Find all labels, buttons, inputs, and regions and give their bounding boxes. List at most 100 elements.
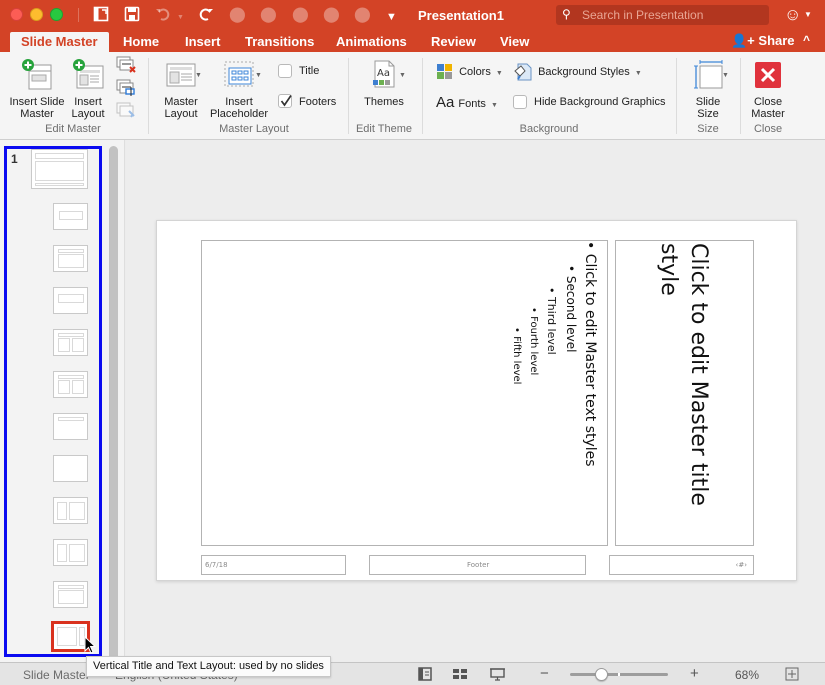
rename-layout-button[interactable] <box>116 79 136 102</box>
redo-icon[interactable] <box>198 6 214 27</box>
layout-thumbnail[interactable] <box>53 287 88 314</box>
thumbnail-scrollbar[interactable] <box>109 146 118 662</box>
share-button[interactable]: 👤+ Share <box>731 32 795 50</box>
slide-master-thumbnail[interactable] <box>31 149 88 189</box>
tab-home[interactable]: Home <box>112 32 170 52</box>
sidebar-toggle-icon[interactable] <box>93 6 109 27</box>
insert-placeholder-label-1: Insert <box>225 96 253 108</box>
layout-thumbnail[interactable] <box>53 581 88 608</box>
tab-review[interactable]: Review <box>420 32 487 52</box>
tab-transitions[interactable]: Transitions <box>234 32 325 52</box>
undo-icon[interactable] <box>155 6 171 27</box>
collapse-ribbon-icon[interactable]: ^ <box>803 33 810 47</box>
layout-thumbnail[interactable] <box>53 497 88 524</box>
zoom-slider-handle[interactable] <box>595 668 609 681</box>
quick-action-icon[interactable]: ⬤ <box>323 6 340 24</box>
fonts-icon: Aa <box>436 94 455 111</box>
insert-placeholder-label-2: Placeholder <box>209 108 269 120</box>
insert-slide-master-icon <box>22 59 52 90</box>
master-layout-icon <box>166 63 196 87</box>
start-from-beginning-icon[interactable]: ⬤ <box>229 6 246 24</box>
group-divider <box>676 58 677 134</box>
feedback-dropdown-caret[interactable]: ▼ <box>804 10 812 19</box>
zoom-percentage[interactable]: 68% <box>735 668 759 682</box>
slide-canvas: • Click to edit Master text styles • Sec… <box>126 140 825 662</box>
insert-placeholder-dropdown-caret[interactable]: ▼ <box>255 72 262 79</box>
title-checkbox[interactable] <box>278 64 292 78</box>
thumb-body-placeholder <box>58 590 84 604</box>
thumb-body-placeholder <box>69 544 85 562</box>
zoom-out-button[interactable]: − <box>540 665 549 682</box>
background-styles-dropdown-caret: ▼ <box>634 69 642 77</box>
share-label: Share <box>758 33 795 48</box>
insert-slide-master-label-2: Master <box>20 108 54 120</box>
slide-show-view-icon[interactable] <box>490 667 505 684</box>
undo-dropdown-caret[interactable]: ▼ <box>177 9 184 27</box>
normal-view-icon[interactable] <box>418 667 432 684</box>
delete-slide-button[interactable] <box>116 56 136 79</box>
layout-thumbnail[interactable] <box>53 329 88 356</box>
delete-layout-icon <box>116 56 136 73</box>
close-master-button[interactable]: Close Master <box>746 58 790 120</box>
master-layout-button[interactable]: Master Layout <box>158 58 204 120</box>
footer-placeholder[interactable]: Footer <box>369 555 586 575</box>
slide-size-dropdown-caret[interactable]: ▼ <box>722 72 729 79</box>
footers-checkbox[interactable] <box>278 94 292 108</box>
tab-view[interactable]: View <box>489 32 540 52</box>
search-input[interactable] <box>582 7 762 23</box>
zoom-in-button[interactable]: + <box>690 665 699 682</box>
customize-toolbar-icon[interactable]: ▼ <box>386 8 397 26</box>
tab-slide-master[interactable]: Slide Master <box>10 32 109 52</box>
quick-action-icon[interactable]: ⬤ <box>354 6 371 24</box>
fit-to-window-icon[interactable] <box>785 667 799 684</box>
fonts-button[interactable]: Aa Fonts ▼ <box>436 94 498 111</box>
body-level-5-text: Fifth level <box>511 336 522 385</box>
slide-thumbnail-pane: 1 <box>0 140 125 662</box>
tab-insert[interactable]: Insert <box>174 32 231 52</box>
save-icon[interactable] <box>124 6 140 27</box>
layout-thumbnail[interactable] <box>53 455 88 482</box>
rename-layout-icon <box>116 79 135 96</box>
insert-placeholder-button[interactable]: Insert Placeholder <box>206 58 272 120</box>
layout-thumbnail[interactable] <box>53 371 88 398</box>
insert-slide-master-label-1: Insert Slide <box>9 96 65 108</box>
themes-dropdown-caret[interactable]: ▼ <box>399 72 406 79</box>
quick-action-icon[interactable]: ⬤ <box>292 6 309 24</box>
slide-size-button[interactable]: Slide Size <box>686 58 730 120</box>
insert-layout-button[interactable]: Insert Layout <box>68 58 108 120</box>
group-divider <box>740 58 741 134</box>
ribbon: Insert Slide Master Insert Layout Edit M… <box>0 52 825 140</box>
preserve-master-button[interactable] <box>116 102 136 125</box>
zoom-slider[interactable] <box>570 668 668 681</box>
layout-thumbnail[interactable] <box>53 245 88 272</box>
feedback-smiley-icon[interactable]: ☺ <box>784 5 801 25</box>
window-close-button[interactable] <box>10 8 23 21</box>
quick-action-icon[interactable]: ⬤ <box>260 6 277 24</box>
hide-background-graphics-checkbox[interactable] <box>513 95 527 109</box>
slide-sorter-view-icon[interactable] <box>453 667 468 684</box>
search-box[interactable]: ⚲ <box>556 5 769 25</box>
themes-icon: Aa <box>373 60 395 88</box>
themes-button[interactable]: Aa Themes <box>359 58 409 108</box>
body-placeholder[interactable]: • Click to edit Master text styles • Sec… <box>201 240 608 546</box>
slide-size-label-1: Slide <box>695 96 721 108</box>
window-minimize-button[interactable] <box>30 8 43 21</box>
master-layout-dropdown-caret[interactable]: ▼ <box>195 72 202 79</box>
window-maximize-button[interactable] <box>50 8 63 21</box>
layout-thumbnail[interactable] <box>53 539 88 566</box>
layout-thumbnail[interactable] <box>53 413 88 440</box>
slide-number-placeholder[interactable]: ‹#› <box>609 555 754 575</box>
background-styles-button[interactable]: Background Styles ▼ <box>514 63 642 81</box>
background-styles-icon <box>514 63 532 81</box>
colors-button[interactable]: Colors ▼ <box>437 64 503 80</box>
insert-layout-label-2: Layout <box>71 108 105 120</box>
close-icon <box>755 62 781 88</box>
thumb-body-placeholder <box>58 338 70 352</box>
thumb-title-placeholder <box>58 249 84 253</box>
insert-slide-master-button[interactable]: Insert Slide Master <box>6 58 68 120</box>
date-placeholder[interactable]: 6/7/18 <box>201 555 346 575</box>
master-number: 1 <box>11 152 18 166</box>
title-placeholder[interactable]: Click to edit Master title style <box>615 240 754 546</box>
layout-thumbnail[interactable] <box>53 203 88 230</box>
tab-animations[interactable]: Animations <box>325 32 418 52</box>
